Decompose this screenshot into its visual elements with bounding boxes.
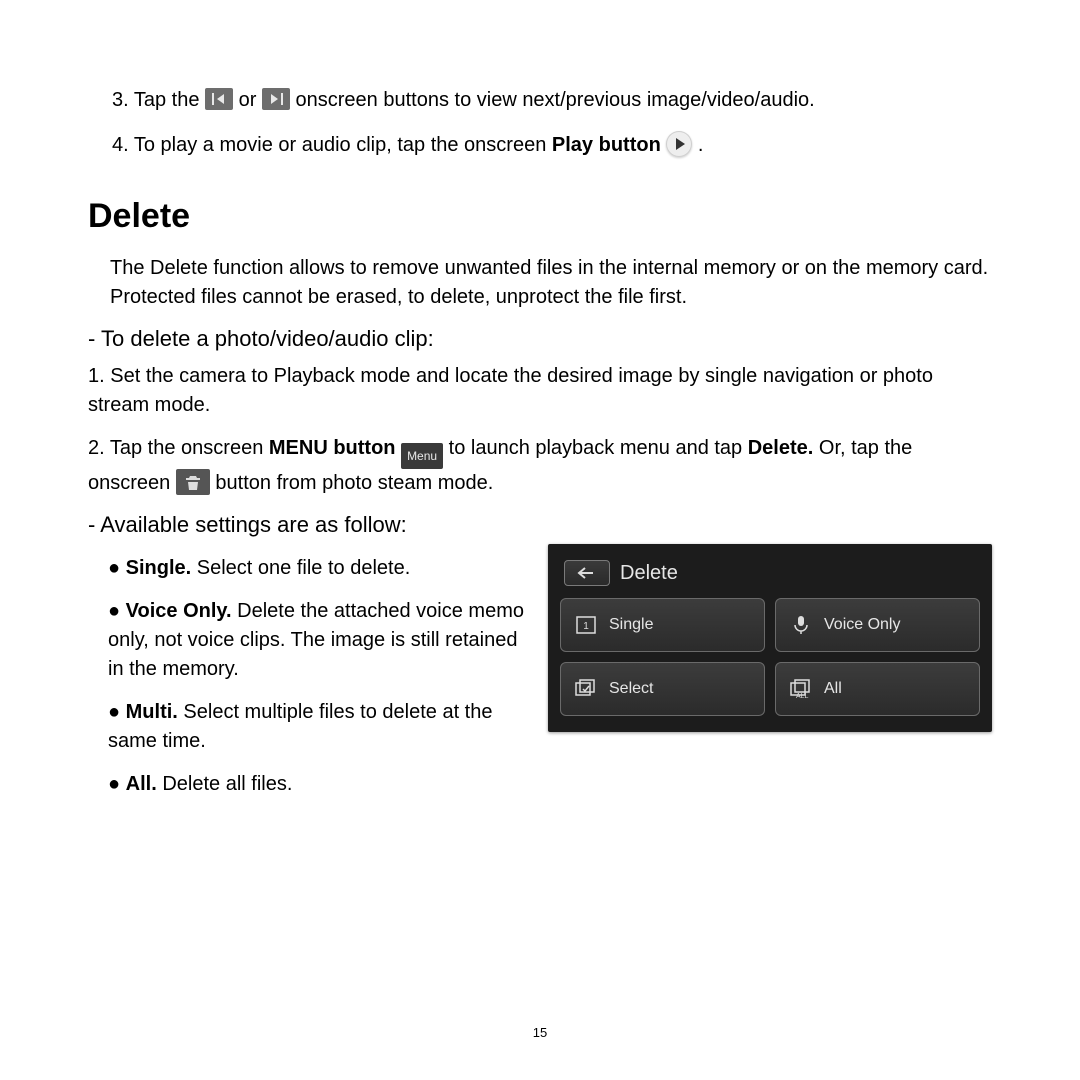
bullet-single: ● Single. Select one file to delete.: [108, 554, 524, 583]
next-icon: [262, 88, 290, 110]
panel-header: Delete: [560, 554, 980, 598]
option-single-label: Single: [609, 616, 653, 634]
delete-word: Delete.: [748, 437, 814, 459]
all-icon: ALL: [790, 678, 812, 700]
play-button-label: Play button: [552, 134, 661, 156]
delete-panel: Delete 1 Single Voice Only: [548, 544, 992, 732]
option-voice-only[interactable]: Voice Only: [775, 598, 980, 652]
bullet-multi-bold: Multi.: [126, 701, 178, 723]
bullet-all-bold: All.: [126, 773, 157, 795]
option-select-label: Select: [609, 680, 653, 698]
panel-title: Delete: [620, 562, 678, 585]
step-3: 3. Tap the or onscreen buttons to view n…: [112, 85, 992, 116]
option-all[interactable]: ALL All: [775, 662, 980, 716]
delete-intro: The Delete function allows to remove unw…: [110, 254, 992, 312]
menu-icon: Menu: [401, 443, 443, 469]
select-multi-icon: [575, 678, 597, 700]
trash-icon: [176, 469, 210, 495]
delete-step-2-e: button from photo steam mode.: [215, 472, 493, 494]
bullet-single-bold: Single.: [126, 557, 192, 579]
menu-button-label: MENU button: [269, 437, 396, 459]
step-3-text-b: or: [239, 89, 262, 111]
svg-text:ALL: ALL: [796, 693, 809, 699]
microphone-icon: [790, 614, 812, 636]
back-button[interactable]: [564, 560, 610, 586]
delete-step-1: 1. Set the camera to Playback mode and l…: [88, 362, 992, 420]
bullet-all: ● All. Delete all files.: [108, 770, 524, 799]
delete-step-2-c: to launch playback menu and tap: [449, 437, 748, 459]
subheading-delete-clip: - To delete a photo/video/audio clip:: [88, 326, 992, 352]
single-icon: 1: [575, 614, 597, 636]
step-4: 4. To play a movie or audio clip, tap th…: [112, 130, 992, 161]
option-voice-label: Voice Only: [824, 616, 900, 634]
back-arrow-icon: [577, 566, 597, 580]
bullet-voice-bold: Voice Only.: [126, 600, 232, 622]
option-select[interactable]: Select: [560, 662, 765, 716]
play-icon: [666, 131, 692, 157]
delete-heading: Delete: [88, 197, 992, 236]
step-4-text-a: 4. To play a movie or audio clip, tap th…: [112, 134, 552, 156]
bullet-multi: ● Multi. Select multiple files to delete…: [108, 698, 524, 756]
bullet-all-rest: Delete all files.: [157, 773, 293, 795]
bullet-voice: ● Voice Only. Delete the attached voice …: [108, 597, 524, 684]
prev-icon: [205, 88, 233, 110]
svg-text:1: 1: [583, 621, 589, 632]
page-number: 15: [0, 1025, 1080, 1040]
step-3-text-a: 3. Tap the: [112, 89, 205, 111]
bullet-single-rest: Select one file to delete.: [191, 557, 410, 579]
delete-step-2: 2. Tap the onscreen MENU button Menu to …: [88, 434, 992, 498]
option-all-label: All: [824, 680, 842, 698]
option-single[interactable]: 1 Single: [560, 598, 765, 652]
step-4-text-c: .: [698, 134, 704, 156]
step-3-text-c: onscreen buttons to view next/previous i…: [296, 89, 815, 111]
delete-step-2-a: 2. Tap the onscreen: [88, 437, 269, 459]
subheading-available: - Available settings are as follow:: [88, 512, 992, 538]
